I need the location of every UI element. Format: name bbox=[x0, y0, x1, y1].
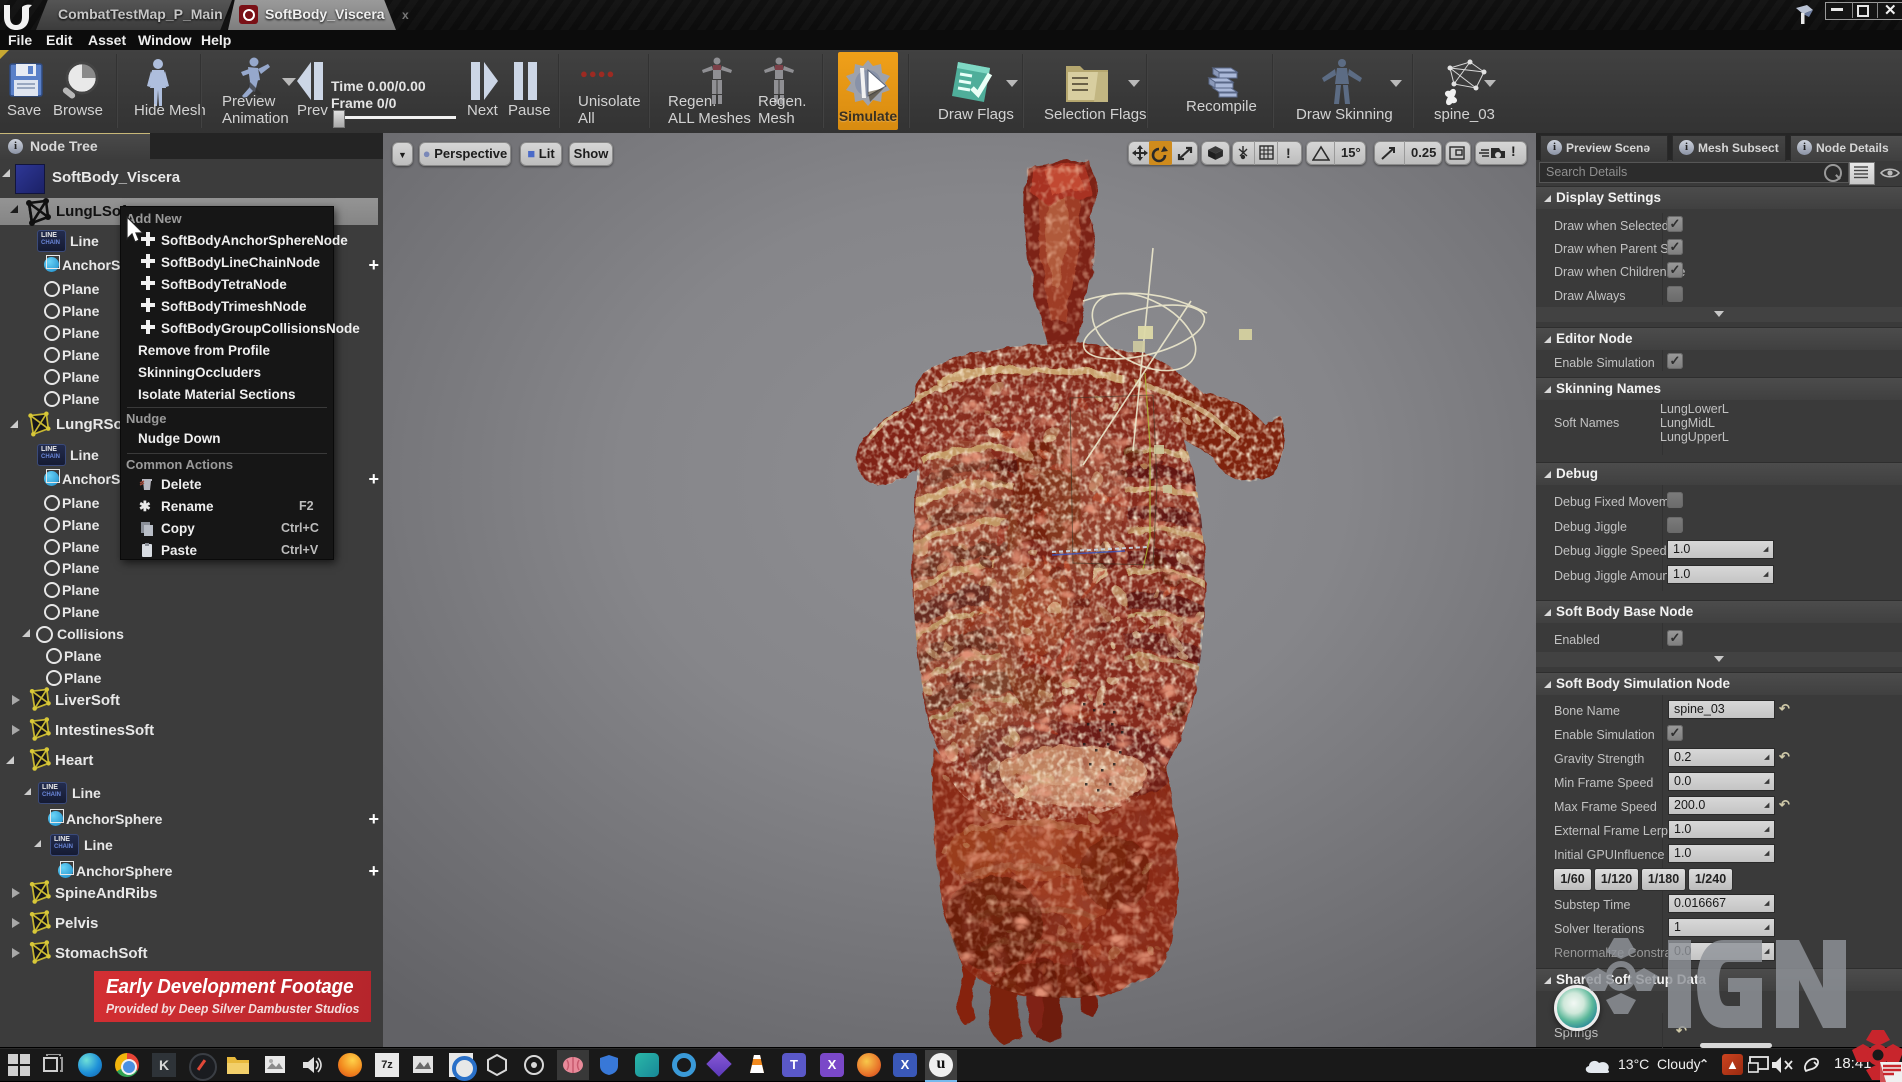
svg-text:!: ! bbox=[1286, 145, 1291, 161]
